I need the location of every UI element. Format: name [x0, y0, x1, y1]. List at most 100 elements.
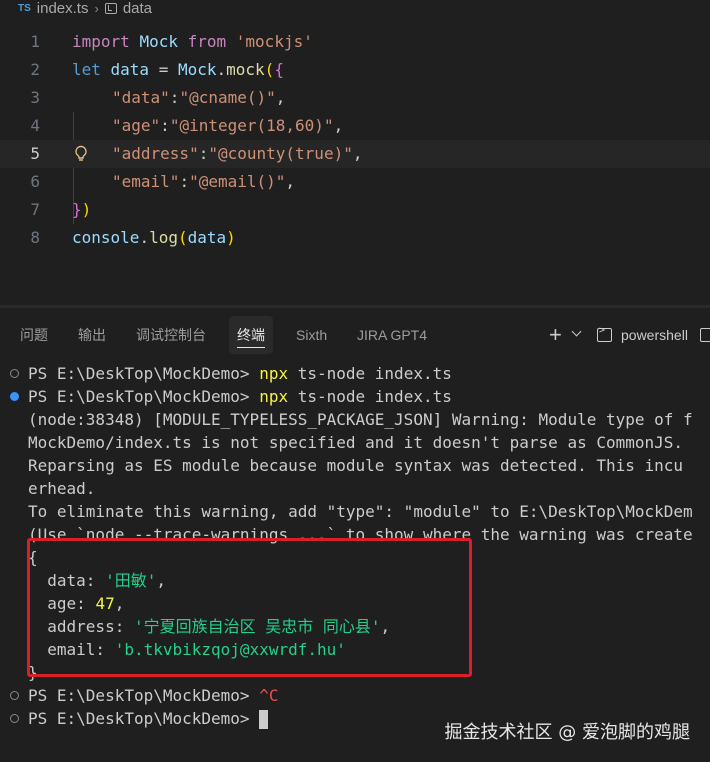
- code-token: :: [179, 172, 190, 191]
- code-token: ): [81, 200, 92, 219]
- panel-tab-bar: + powershell 问题输出调试控制台终端 Sixth JIRA GPT4: [0, 316, 710, 356]
- new-terminal-button[interactable]: +: [549, 324, 562, 346]
- code-token: ,: [333, 116, 344, 135]
- terminal-name[interactable]: powershell: [621, 316, 688, 354]
- code-line[interactable]: 7}): [0, 196, 710, 224]
- line-number: 6: [30, 172, 40, 191]
- typescript-file-icon: TS: [18, 2, 31, 14]
- code-token: data: [110, 60, 159, 79]
- breadcrumb-file[interactable]: index.ts: [37, 0, 89, 17]
- command-status-icon[interactable]: [10, 691, 19, 700]
- terminal-line: PS E:\DeskTop\MockDemo>: [28, 707, 269, 730]
- panel-tab[interactable]: JIRA GPT4: [357, 316, 427, 354]
- code-line[interactable]: 1 import Mock from 'mockjs': [0, 28, 710, 56]
- code-token: let: [72, 60, 111, 79]
- terminal-text: MockDemo/index.ts is not specified and i…: [28, 433, 684, 452]
- line-number: 3: [30, 88, 40, 107]
- watermark: 掘金技术社区 @ 爱泡脚的鸡腿: [444, 722, 690, 743]
- terminal-args: ts-node index.ts: [288, 364, 452, 383]
- code-token: =: [158, 60, 178, 79]
- code-token: 'mockjs': [235, 32, 313, 51]
- lightbulb-icon[interactable]: [74, 145, 88, 163]
- breadcrumb-symbol[interactable]: data: [123, 0, 152, 17]
- code-token: Mock: [177, 60, 217, 79]
- code-token: log: [149, 228, 178, 247]
- terminal-line: MockDemo/index.ts is not specified and i…: [28, 431, 683, 454]
- highlight-box: [27, 538, 472, 677]
- variable-icon: [104, 2, 117, 14]
- code-token: mock: [226, 60, 265, 79]
- terminal-text: Reparsing as ES module because module sy…: [28, 456, 684, 475]
- command-status-icon[interactable]: [10, 392, 19, 401]
- code-text: console.log(data): [72, 224, 236, 252]
- terminal-args: ts-node index.ts: [288, 387, 452, 406]
- interrupt-signal: ^C: [259, 686, 279, 705]
- code-token: "address": [112, 144, 199, 163]
- terminal-cursor: [259, 710, 269, 729]
- code-token: (: [264, 60, 275, 79]
- line-number: 5: [30, 144, 40, 163]
- code-token: "data": [112, 88, 170, 107]
- code-token: from: [187, 32, 236, 51]
- code-text: import Mock from 'mockjs': [72, 28, 313, 56]
- code-text: "email":"@email()",: [112, 168, 295, 196]
- line-number: 7: [30, 200, 40, 219]
- code-token: ,: [285, 172, 296, 191]
- code-token: :: [160, 116, 170, 135]
- breadcrumb: TS index.ts › data: [0, 0, 710, 17]
- command-status-icon[interactable]: [10, 714, 19, 723]
- code-token: ,: [275, 88, 286, 107]
- split-terminal-icon[interactable]: [700, 328, 710, 342]
- code-token: (: [177, 228, 188, 247]
- code-editor[interactable]: 1 import Mock from 'mockjs' 2 let data = Mo…: [0, 28, 710, 308]
- code-token: Mock: [139, 32, 188, 51]
- code-token: "@integer(18,60)": [169, 116, 334, 135]
- panel-tab[interactable]: 调试控制台: [136, 316, 206, 354]
- code-line[interactable]: 4 "age":"@integer(18,60)",: [0, 112, 710, 140]
- line-number: 1: [30, 32, 40, 51]
- terminal-prompt: PS E:\DeskTop\MockDemo>: [28, 709, 260, 728]
- code-text: "data":"@cname()",: [112, 84, 285, 112]
- chevron-down-icon[interactable]: [571, 326, 582, 337]
- terminal-line: PS E:\DeskTop\MockDemo> npx ts-node inde…: [28, 385, 452, 408]
- terminal-text: (node:38348) [MODULE_TYPELESS_PACKAGE_JS…: [28, 410, 693, 429]
- chevron-right-icon: ›: [94, 0, 99, 16]
- code-token: .: [216, 60, 227, 79]
- code-token: import: [72, 32, 140, 51]
- code-text: let data = Mock.mock({: [72, 56, 284, 84]
- code-line[interactable]: 8 console.log(data): [0, 224, 710, 252]
- terminal-prompt: PS E:\DeskTop\MockDemo>: [28, 686, 260, 705]
- command-status-icon[interactable]: [10, 369, 19, 378]
- terminal-command: npx: [259, 387, 289, 406]
- terminal-line: erhead.: [28, 477, 95, 500]
- code-token: "@county(true)": [208, 144, 353, 163]
- code-token: "@email()": [189, 172, 286, 191]
- code-token: console: [72, 228, 140, 247]
- terminal-prompt: PS E:\DeskTop\MockDemo>: [28, 387, 260, 406]
- panel-tab[interactable]: 输出: [78, 316, 106, 354]
- line-number: 4: [30, 116, 40, 135]
- code-token: :: [198, 144, 209, 163]
- code-line[interactable]: 5 "address":"@county(true)",: [0, 140, 710, 168]
- line-number: 2: [30, 60, 40, 79]
- line-number: 8: [30, 228, 40, 247]
- code-line[interactable]: 6 "email":"@email()",: [0, 168, 710, 196]
- code-token: "email": [112, 172, 180, 191]
- panel-tab[interactable]: 终端: [229, 316, 273, 354]
- terminal-text: erhead.: [28, 479, 96, 498]
- code-line[interactable]: 3 "data":"@cname()",: [0, 84, 710, 112]
- code-line[interactable]: 2 let data = Mock.mock({: [0, 56, 710, 84]
- panel-tab[interactable]: Sixth: [296, 316, 327, 354]
- terminal-line: (node:38348) [MODULE_TYPELESS_PACKAGE_JS…: [28, 408, 693, 431]
- code-token: .: [139, 228, 150, 247]
- code-token: "age": [112, 116, 161, 135]
- terminal-line: To eliminate this warning, add "type": "…: [28, 500, 693, 523]
- code-token: ): [226, 228, 236, 247]
- panel-splitter[interactable]: [0, 305, 710, 308]
- code-token: "@cname()": [179, 88, 276, 107]
- code-token: }: [72, 200, 82, 219]
- panel-tab[interactable]: 问题: [20, 316, 48, 354]
- terminal-command: npx: [259, 364, 289, 383]
- code-token: ,: [352, 144, 363, 163]
- code-text: "address":"@county(true)",: [112, 140, 362, 168]
